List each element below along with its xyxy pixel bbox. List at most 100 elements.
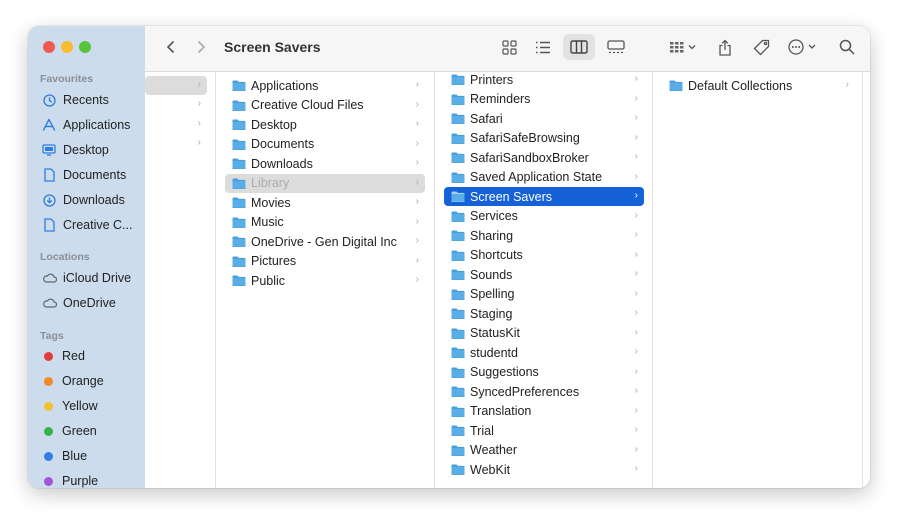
chevron-right-icon: › bbox=[845, 79, 849, 90]
search-button[interactable] bbox=[835, 34, 859, 60]
icon-view-button[interactable] bbox=[495, 34, 523, 60]
folder-icon bbox=[451, 172, 465, 183]
minimize-window-button[interactable] bbox=[61, 41, 73, 53]
list-item[interactable]: Sounds › bbox=[444, 265, 644, 284]
list-item[interactable]: Translation › bbox=[444, 402, 644, 421]
more-actions-button[interactable] bbox=[785, 34, 821, 60]
chevron-right-icon: › bbox=[634, 463, 638, 474]
list-item[interactable]: Suggestions › bbox=[444, 363, 644, 382]
sidebar-tag-orange[interactable]: Orange bbox=[28, 370, 145, 392]
sidebar-item-desktop[interactable]: Desktop bbox=[28, 139, 145, 161]
favourites-heading: Favourites bbox=[40, 73, 94, 85]
list-item[interactable]: Safari › bbox=[444, 109, 644, 128]
sidebar-item-label: Blue bbox=[62, 449, 88, 463]
forward-button[interactable] bbox=[191, 34, 211, 60]
list-item[interactable]: Services › bbox=[444, 207, 644, 226]
chevron-right-icon: › bbox=[415, 118, 419, 129]
list-item[interactable]: Sharing › bbox=[444, 226, 644, 245]
list-item[interactable]: Desktop › bbox=[225, 115, 425, 134]
folder-icon bbox=[451, 133, 465, 144]
sidebar-item-label: Green bbox=[62, 424, 97, 438]
chevron-right-icon: › bbox=[415, 98, 419, 110]
sidebar-item-onedrive[interactable]: OneDrive bbox=[28, 292, 145, 314]
chevron-right-icon: › bbox=[415, 254, 419, 266]
chevron-right-icon: › bbox=[634, 170, 638, 182]
list-item[interactable]: › bbox=[145, 134, 207, 153]
list-item[interactable]: SafariSandboxBroker › bbox=[444, 148, 644, 167]
list-item[interactable]: Pictures › bbox=[225, 252, 425, 271]
sidebar-tag-yellow[interactable]: Yellow bbox=[28, 395, 145, 417]
close-window-button[interactable] bbox=[43, 41, 55, 53]
list-item[interactable]: › bbox=[145, 95, 207, 114]
folder-icon bbox=[232, 197, 246, 209]
share-button[interactable] bbox=[713, 34, 737, 60]
list-item-label: StatusKit bbox=[470, 326, 521, 340]
gallery-view-button[interactable] bbox=[601, 34, 631, 60]
sidebar-item-recents[interactable]: Recents bbox=[28, 89, 145, 111]
chevron-right-icon: › bbox=[634, 326, 638, 338]
chevron-right-icon: › bbox=[415, 157, 419, 168]
chevron-right-icon: › bbox=[634, 443, 638, 455]
list-item[interactable]: SyncedPreferences › bbox=[444, 382, 644, 401]
list-item[interactable]: › bbox=[145, 115, 207, 134]
list-item[interactable]: Public › bbox=[225, 271, 425, 290]
sidebar-tag-red[interactable]: Red bbox=[28, 345, 145, 367]
sidebar-item-downloads[interactable]: Downloads bbox=[28, 189, 145, 211]
folder-icon bbox=[451, 230, 465, 242]
list-item[interactable]: Screen Savers › bbox=[444, 187, 644, 206]
list-item[interactable]: Applications › bbox=[225, 76, 425, 95]
list-item[interactable]: Saved Application State › bbox=[444, 168, 644, 187]
document-icon bbox=[41, 217, 57, 233]
sidebar-item-applications[interactable]: Applications bbox=[28, 114, 145, 136]
column-user-folder: Applications › Creative Cloud Files › Deskto… bbox=[216, 72, 435, 488]
list-item[interactable]: Downloads › bbox=[225, 154, 425, 173]
list-item[interactable]: Shortcuts › bbox=[444, 246, 644, 265]
list-item-label: Movies bbox=[251, 195, 291, 210]
sidebar-item-label: Applications bbox=[63, 118, 131, 132]
column-view-button[interactable] bbox=[563, 34, 595, 60]
list-item[interactable]: Staging › bbox=[444, 304, 644, 323]
chevron-right-icon: › bbox=[634, 287, 638, 299]
sidebar-item-documents[interactable]: Documents bbox=[28, 164, 145, 186]
list-item[interactable]: Creative Cloud Files › bbox=[225, 96, 425, 115]
list-item-label: Safari bbox=[470, 111, 503, 126]
sidebar-tag-green[interactable]: Green bbox=[28, 420, 145, 442]
list-item[interactable]: Documents › bbox=[225, 135, 425, 154]
folder-icon bbox=[451, 406, 465, 417]
list-item[interactable]: Movies › bbox=[225, 193, 425, 212]
back-button[interactable] bbox=[161, 34, 181, 60]
list-item-label: Translation bbox=[470, 404, 532, 418]
list-item[interactable]: SafariSafeBrowsing › bbox=[444, 129, 644, 148]
tags-heading: Tags bbox=[40, 330, 64, 342]
list-item[interactable]: Weather › bbox=[444, 441, 644, 460]
tag-dot-icon bbox=[44, 476, 53, 486]
list-item[interactable]: Music › bbox=[225, 213, 425, 232]
zoom-window-button[interactable] bbox=[79, 41, 91, 53]
tag-button[interactable] bbox=[749, 34, 773, 60]
list-item[interactable]: › bbox=[145, 76, 207, 95]
list-item[interactable]: WebKit › bbox=[444, 460, 644, 479]
list-item[interactable]: Library › bbox=[225, 173, 425, 193]
search-icon bbox=[839, 39, 855, 55]
list-item[interactable]: Default Collections › bbox=[662, 76, 855, 95]
list-item-label: Pictures bbox=[251, 254, 297, 268]
list-item[interactable]: studentd › bbox=[444, 343, 644, 362]
sidebar-item-creative-cloud[interactable]: Creative C... bbox=[28, 214, 145, 236]
chevron-right-icon: › bbox=[415, 176, 419, 188]
list-item[interactable]: StatusKit › bbox=[444, 324, 644, 343]
tag-dot-icon bbox=[44, 401, 53, 411]
list-item[interactable]: Trial › bbox=[444, 421, 644, 440]
sidebar-item-icloud-drive[interactable]: iCloud Drive bbox=[28, 267, 145, 289]
list-item-label: Printers bbox=[470, 72, 514, 87]
list-item[interactable]: Spelling › bbox=[444, 285, 644, 304]
list-item[interactable]: OneDrive - Gen Digital Inc › bbox=[225, 232, 425, 251]
group-by-button[interactable] bbox=[665, 34, 701, 60]
list-view-button[interactable] bbox=[529, 34, 557, 60]
list-item[interactable]: Reminders › bbox=[444, 90, 644, 109]
sidebar-tag-blue[interactable]: Blue bbox=[28, 445, 145, 467]
folder-icon bbox=[451, 347, 465, 359]
chevron-right-icon: › bbox=[634, 112, 638, 123]
gallery-icon bbox=[607, 40, 625, 54]
sidebar-tag-purple[interactable]: Purple bbox=[28, 470, 145, 488]
list-item[interactable]: Printers › bbox=[444, 70, 644, 89]
